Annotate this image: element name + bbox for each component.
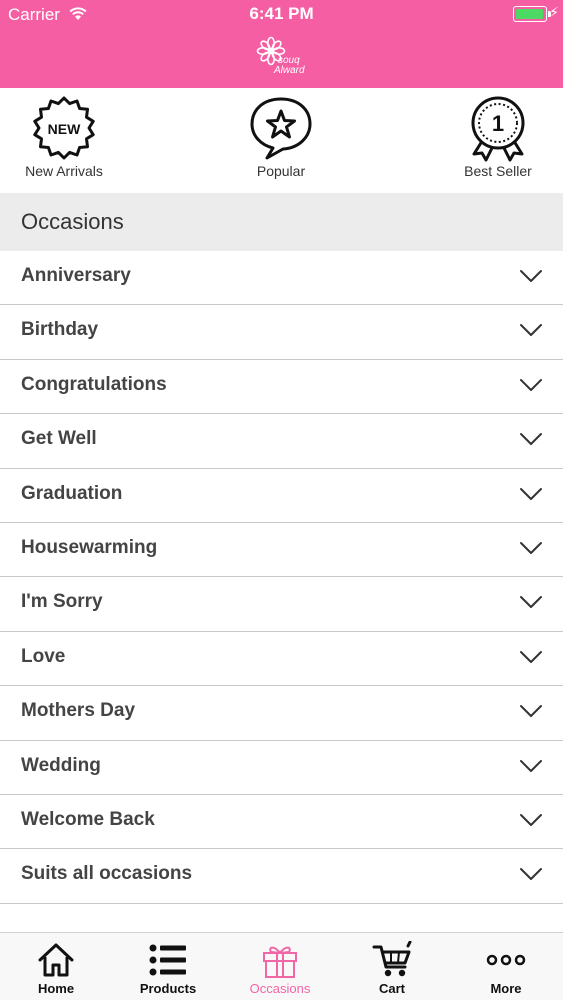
popular-label: Popular [256, 163, 306, 179]
occasion-row[interactable]: Housewarming [0, 522, 563, 578]
award-ribbon-icon: 1 [471, 96, 525, 162]
occasion-row[interactable]: Anniversary [0, 251, 563, 306]
new-arrivals-label: New Arrivals [25, 163, 103, 179]
occasion-label: Housewarming [21, 536, 158, 558]
chevron-down-icon[interactable] [519, 322, 543, 338]
tab-cart-label: Cart [378, 981, 405, 996]
occasion-row[interactable]: Wedding [0, 740, 563, 795]
occasion-label: Mothers Day [21, 700, 136, 722]
occasion-row[interactable]: Get Well [0, 414, 563, 469]
occasion-row[interactable]: Welcome Back [0, 794, 563, 850]
occasion-row[interactable]: Birthday [0, 305, 563, 360]
new-arrivals-link[interactable]: NEW New Arrivals [0, 94, 134, 189]
section-header: Occasions [0, 193, 563, 251]
tab-occasions[interactable]: Occasions [224, 933, 336, 1000]
occasion-label: Congratulations [21, 373, 167, 395]
chevron-down-icon[interactable] [519, 377, 543, 393]
chevron-down-icon[interactable] [519, 649, 543, 665]
brand-logo-text: souq Alward [264, 56, 305, 76]
award-number: 1 [492, 111, 504, 136]
occasion-label: Birthday [21, 319, 99, 341]
top-bar: Carrier 6:41 PM ⚡ souq Alward [0, 0, 563, 88]
tab-home-label: Home [37, 981, 75, 996]
chevron-down-icon[interactable] [519, 540, 543, 556]
tab-cart[interactable]: Cart [336, 933, 448, 1000]
star-bubble-icon [250, 97, 312, 160]
occasion-label: Get Well [21, 428, 97, 450]
gift-icon [263, 946, 297, 978]
tab-occasions-label: Occasions [249, 981, 311, 996]
best-seller-link[interactable]: 1 Best Seller [428, 94, 563, 189]
status-time: 6:41 PM [249, 4, 314, 23]
chevron-down-icon[interactable] [519, 703, 543, 719]
chevron-down-icon[interactable] [519, 812, 543, 828]
occasion-label: Anniversary [21, 265, 131, 286]
chevron-down-icon[interactable] [519, 431, 543, 447]
new-badge-icon: NEW [33, 96, 95, 160]
best-seller-label: Best Seller [464, 163, 532, 179]
occasion-label: Suits all occasions [21, 863, 193, 885]
occasion-row[interactable]: Suits all occasions [0, 849, 563, 904]
occasion-row[interactable]: Mothers Day [0, 686, 563, 741]
occasion-label: Graduation [21, 482, 123, 504]
cart-icon [372, 941, 412, 977]
brand-logo[interactable]: souq Alward [250, 36, 312, 82]
tab-home[interactable]: Home [0, 933, 112, 1000]
tab-bar: Home Products Occasions Cart More [0, 932, 563, 1000]
list-icon [149, 944, 186, 976]
quick-links: NEW New Arrivals Popular 1 Best Seller [0, 88, 563, 193]
charging-icon: ⚡ [549, 4, 559, 20]
tab-products-label: Products [139, 981, 197, 996]
tab-more-label: More [490, 981, 522, 996]
tab-products[interactable]: Products [112, 933, 224, 1000]
chevron-down-icon[interactable] [519, 268, 543, 284]
occasion-label: Welcome Back [21, 808, 155, 830]
app-screen: Carrier 6:41 PM ⚡ souq Alward NEW New Ar… [0, 0, 563, 1000]
status-bar: Carrier 6:41 PM ⚡ [0, 0, 563, 30]
occasion-row[interactable]: Congratulations [0, 359, 563, 415]
chevron-down-icon[interactable] [519, 594, 543, 610]
brand-logo-line2: Alward [274, 65, 305, 76]
popular-link[interactable]: Popular [211, 94, 351, 189]
occasion-label: Wedding [21, 754, 101, 776]
more-icon [486, 954, 526, 966]
occasion-label: Love [21, 645, 66, 667]
occasion-row[interactable]: I'm Sorry [0, 577, 563, 632]
chevron-down-icon[interactable] [519, 486, 543, 502]
new-badge-text: NEW [48, 121, 81, 137]
chevron-down-icon[interactable] [519, 866, 543, 882]
chevron-down-icon[interactable] [519, 758, 543, 774]
section-title: Occasions [21, 209, 124, 234]
battery-icon [513, 6, 551, 22]
tab-more[interactable]: More [450, 933, 562, 1000]
occasion-row[interactable]: Love [0, 631, 563, 687]
occasion-label: I'm Sorry [21, 591, 103, 613]
occasion-list: Anniversary Birthday Congratulations Get We… [0, 251, 563, 904]
occasion-row[interactable]: Graduation [0, 468, 563, 523]
home-icon [38, 943, 74, 977]
